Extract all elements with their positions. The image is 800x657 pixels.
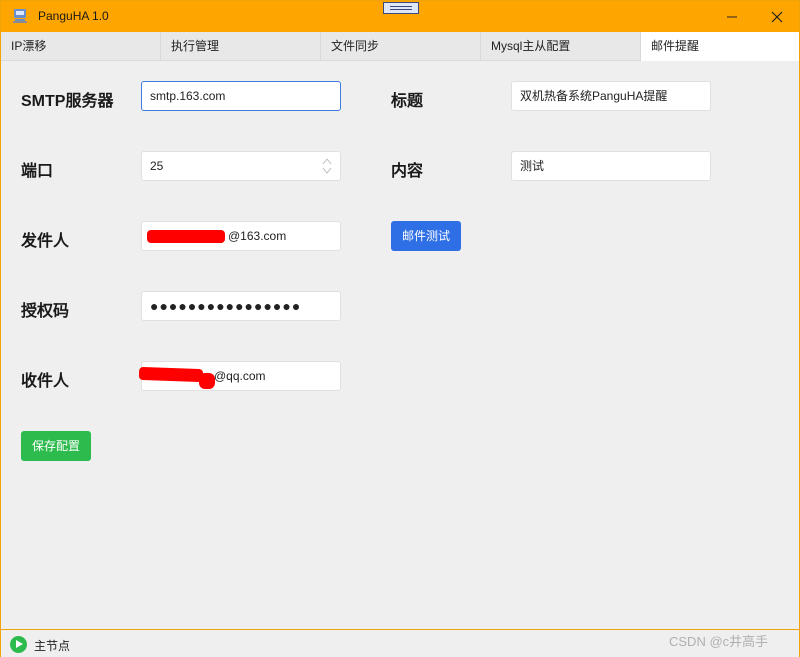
content-input[interactable]: 测试 (511, 151, 711, 181)
tab-bar: IP漂移 执行管理 文件同步 Mysql主从配置 邮件提醒 (1, 32, 799, 61)
window-title: PanguHA 1.0 (38, 9, 109, 23)
play-icon[interactable] (10, 636, 27, 653)
tab-file-sync[interactable]: 文件同步 (321, 32, 481, 61)
watermark: CSDN @c井高手 (669, 634, 769, 649)
auth-code-label: 授权码 (21, 303, 70, 320)
subject-input[interactable]: 双机热备系统PanguHA提醒 (511, 81, 711, 111)
recipient-label: 收件人 (21, 373, 70, 390)
subject-label: 标题 (391, 93, 424, 110)
tab-email-alert[interactable]: 邮件提醒 (641, 32, 799, 61)
app-logo-icon (13, 9, 27, 23)
auth-code-input[interactable]: ●●●●●●●●●●●●●●●● (141, 291, 341, 321)
save-config-button[interactable]: 保存配置 (21, 431, 91, 461)
tab-mysql-replication[interactable]: Mysql主从配置 (481, 32, 641, 61)
smtp-server-input[interactable]: smtp.163.com (141, 81, 341, 111)
app-window: PanguHA 1.0 IP漂移 执行管理 文件同步 Mysql主从配置 邮件提… (0, 0, 800, 657)
port-stepper[interactable]: 25 (141, 151, 341, 181)
minimize-button[interactable] (709, 1, 755, 32)
smtp-server-label: SMTP服务器 (21, 93, 114, 110)
port-label: 端口 (21, 163, 54, 180)
minimize-icon (727, 16, 737, 17)
redaction-mark (138, 366, 204, 383)
recipient-domain: @qq.com (214, 369, 266, 383)
port-value: 25 (150, 159, 164, 173)
drag-handle-icon[interactable] (383, 2, 419, 14)
close-icon (771, 11, 783, 22)
title-bar[interactable]: PanguHA 1.0 (1, 1, 799, 32)
sender-domain: @163.com (228, 229, 287, 243)
redaction-mark (147, 230, 225, 243)
close-button[interactable] (754, 1, 800, 32)
spinner-arrows-icon[interactable] (322, 157, 332, 175)
tab-execution-management[interactable]: 执行管理 (161, 32, 321, 61)
sender-label: 发件人 (21, 233, 70, 250)
node-status: 主节点 (34, 639, 71, 653)
content-label: 内容 (391, 163, 424, 180)
email-test-button[interactable]: 邮件测试 (391, 221, 461, 251)
redaction-mark (199, 373, 215, 389)
tab-ip-drift[interactable]: IP漂移 (1, 32, 161, 61)
